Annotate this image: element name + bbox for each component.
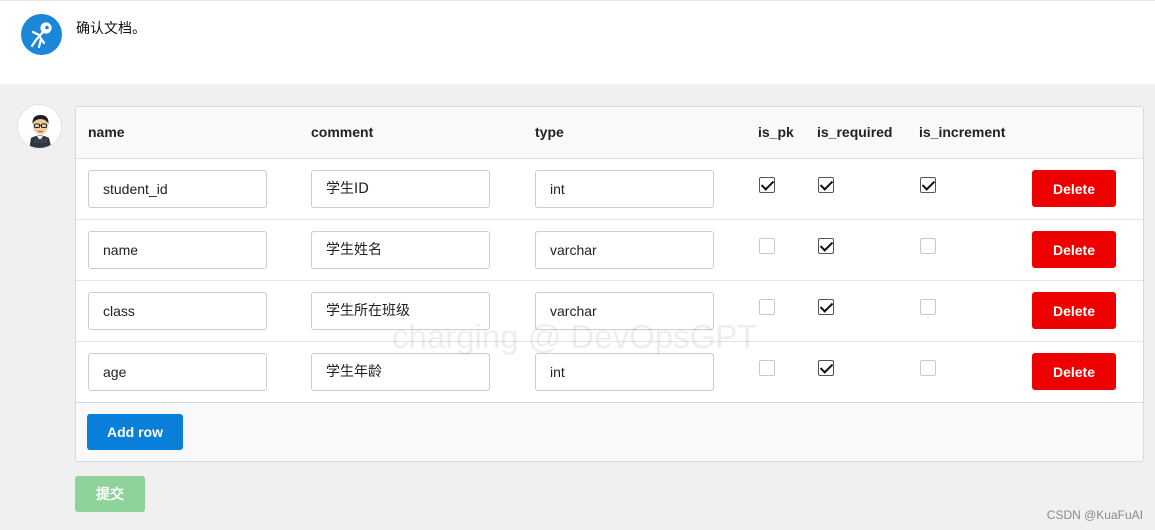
schema-editor-card: name comment type is_pk is_required is_i… [75, 106, 1144, 462]
is-pk-checkbox[interactable] [759, 360, 775, 376]
user-avatar [17, 104, 62, 149]
is-required-checkbox[interactable] [818, 177, 834, 193]
delete-row-button[interactable]: Delete [1032, 292, 1116, 329]
header-comment: comment [311, 124, 374, 140]
astronaut-icon [30, 21, 52, 48]
comment-input[interactable]: 学生年龄 [311, 353, 490, 391]
is-pk-checkbox[interactable] [759, 238, 775, 254]
user-avatar-illustration [18, 105, 61, 148]
is-increment-checkbox[interactable] [920, 238, 936, 254]
is-required-checkbox[interactable] [818, 360, 834, 376]
is-increment-checkbox[interactable] [920, 360, 936, 376]
source-credit: CSDN @KuaFuAI [1046, 508, 1143, 522]
type-input[interactable]: int [535, 170, 714, 208]
header-is-required: is_required [817, 124, 893, 140]
header-is-pk: is_pk [758, 124, 794, 140]
is-required-checkbox[interactable] [818, 299, 834, 315]
delete-row-button[interactable]: Delete [1032, 231, 1116, 268]
comment-input[interactable]: 学生ID [311, 170, 490, 208]
table-row: student_id 学生ID int Delete [76, 159, 1143, 220]
comment-input[interactable]: 学生姓名 [311, 231, 490, 269]
header-is-increment: is_increment [919, 124, 1006, 140]
table-row: age 学生年龄 int Delete [76, 342, 1143, 403]
is-increment-checkbox[interactable] [920, 299, 936, 315]
is-increment-checkbox[interactable] [920, 177, 936, 193]
delete-row-button[interactable]: Delete [1032, 353, 1116, 390]
name-input[interactable]: class [88, 292, 267, 330]
schema-table: name comment type is_pk is_required is_i… [76, 107, 1143, 404]
add-row-button[interactable]: Add row [87, 414, 183, 450]
type-input[interactable]: varchar [535, 292, 714, 330]
table-row: class 学生所在班级 varchar Delete [76, 281, 1143, 342]
is-pk-checkbox[interactable] [759, 299, 775, 315]
bot-message-text: 确认文档。 [76, 21, 146, 37]
bot-message-row: 确认文档。 [0, 0, 1155, 84]
type-input[interactable]: int [535, 353, 714, 391]
comment-input[interactable]: 学生所在班级 [311, 292, 490, 330]
is-pk-checkbox[interactable] [759, 177, 775, 193]
is-required-checkbox[interactable] [818, 238, 834, 254]
submit-button[interactable]: 提交 [75, 476, 145, 512]
type-input[interactable]: varchar [535, 231, 714, 269]
table-header-row: name comment type is_pk is_required is_i… [76, 107, 1143, 159]
name-input[interactable]: student_id [88, 170, 267, 208]
bot-avatar [21, 14, 62, 55]
table-row: name 学生姓名 varchar Delete [76, 220, 1143, 281]
delete-row-button[interactable]: Delete [1032, 170, 1116, 207]
header-name: name [88, 124, 125, 140]
header-type: type [535, 124, 564, 140]
name-input[interactable]: name [88, 231, 267, 269]
name-input[interactable]: age [88, 353, 267, 391]
